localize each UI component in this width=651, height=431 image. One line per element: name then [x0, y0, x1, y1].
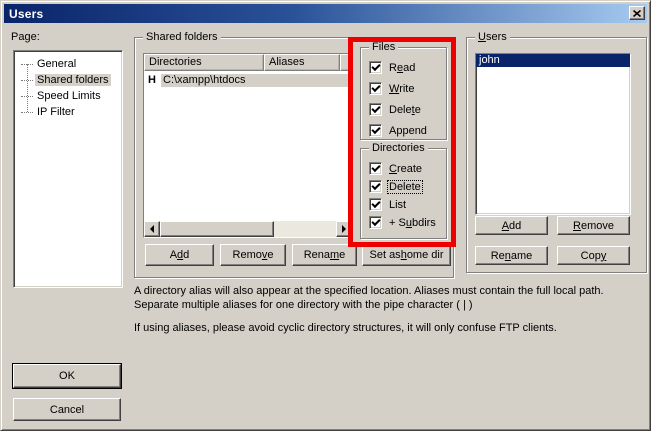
- column-header-filler: [340, 54, 352, 71]
- create-checkbox[interactable]: [369, 162, 382, 175]
- append-label: Append: [388, 125, 428, 137]
- permission-write[interactable]: Write: [361, 82, 446, 95]
- tree-item-label: General: [35, 58, 78, 70]
- write-checkbox[interactable]: [369, 82, 382, 95]
- close-button[interactable]: [629, 6, 645, 20]
- copy-user-button[interactable]: Copy: [557, 246, 630, 265]
- column-header-aliases[interactable]: Aliases: [264, 54, 340, 71]
- permission-delete-files[interactable]: Delete: [361, 103, 446, 116]
- left-arrow-icon: [150, 225, 154, 233]
- delete-dirs-label: Delete: [388, 181, 422, 193]
- directory-row[interactable]: H C:\xampp\htdocs: [144, 73, 352, 87]
- window-title: Users: [9, 7, 43, 21]
- listview-body[interactable]: H C:\xampp\htdocs: [144, 71, 352, 221]
- subdirs-checkbox[interactable]: [369, 216, 382, 229]
- add-folder-button[interactable]: Add: [145, 244, 214, 266]
- page-label: Page:: [11, 31, 40, 43]
- permission-append[interactable]: Append: [361, 124, 446, 137]
- append-checkbox[interactable]: [369, 124, 382, 137]
- alias-note-1: A directory alias will also appear at th…: [134, 284, 624, 312]
- read-checkbox[interactable]: [369, 61, 382, 74]
- directories-permissions-group: Directories Create Delete List + Subdirs: [360, 148, 447, 239]
- sidebar-item-ip-filter[interactable]: IP Filter: [14, 104, 122, 120]
- directories-listview[interactable]: Directories Aliases H C:\xampp\htdocs: [143, 53, 353, 238]
- listview-header: Directories Aliases: [144, 54, 352, 71]
- horizontal-scrollbar[interactable]: [144, 221, 352, 237]
- list-checkbox[interactable]: [369, 198, 382, 211]
- cancel-button[interactable]: Cancel: [13, 398, 121, 421]
- sidebar-item-speed-limits[interactable]: Speed Limits: [14, 88, 122, 104]
- tree-item-label: Shared folders: [35, 74, 111, 86]
- rename-user-button[interactable]: Rename: [475, 246, 548, 265]
- list-label: List: [388, 199, 407, 211]
- users-group: Users john Add Remove Rename Copy: [466, 37, 647, 273]
- create-label: Create: [388, 163, 423, 175]
- permission-subdirs[interactable]: + Subdirs: [361, 216, 446, 229]
- permission-delete-dirs[interactable]: Delete: [361, 180, 446, 193]
- add-user-button[interactable]: Add: [475, 216, 548, 235]
- directories-group-label: Directories: [369, 142, 428, 155]
- rename-folder-button[interactable]: Rename: [292, 244, 357, 266]
- delete-dirs-checkbox[interactable]: [369, 180, 382, 193]
- scroll-right-button[interactable]: [336, 221, 352, 237]
- home-dir-marker: H: [148, 74, 161, 86]
- close-icon: [633, 10, 641, 17]
- write-label: Write: [388, 83, 415, 95]
- subdirs-label: + Subdirs: [388, 217, 437, 229]
- delete-files-label: Delete: [388, 104, 422, 116]
- tree-item-label: Speed Limits: [35, 90, 103, 102]
- permission-create[interactable]: Create: [361, 162, 446, 175]
- read-label: Read: [388, 62, 416, 74]
- page-tree: General Shared folders Speed Limits IP F…: [13, 50, 123, 288]
- delete-files-checkbox[interactable]: [369, 103, 382, 116]
- scroll-track[interactable]: [274, 221, 336, 237]
- tree-connector-lines: [27, 64, 28, 112]
- users-group-label: Users: [475, 31, 510, 44]
- remove-folder-button[interactable]: Remove: [220, 244, 286, 266]
- right-arrow-icon: [342, 225, 346, 233]
- scroll-left-button[interactable]: [144, 221, 160, 237]
- alias-note-2: If using aliases, please avoid cyclic di…: [134, 321, 624, 335]
- directory-path: C:\xampp\htdocs: [161, 74, 350, 87]
- sidebar-item-shared-folders[interactable]: Shared folders: [14, 72, 122, 88]
- remove-user-button[interactable]: Remove: [557, 216, 630, 235]
- permission-list[interactable]: List: [361, 198, 446, 211]
- tree-item-label: IP Filter: [35, 106, 77, 118]
- permission-read[interactable]: Read: [361, 61, 446, 74]
- users-dialog: Users Page: General Shared folders Speed…: [0, 0, 651, 431]
- sidebar-item-general[interactable]: General: [14, 56, 122, 72]
- shared-folders-group-label: Shared folders: [143, 31, 221, 44]
- files-permissions-group: Files Read Write Delete Append: [360, 47, 447, 140]
- scroll-thumb[interactable]: [160, 221, 274, 237]
- alias-notes: A directory alias will also appear at th…: [134, 284, 624, 335]
- users-listbox[interactable]: john: [475, 53, 631, 215]
- dialog-content: Page: General Shared folders Speed Limit…: [4, 23, 647, 427]
- files-group-label: Files: [369, 41, 398, 54]
- ok-button[interactable]: OK: [13, 364, 121, 388]
- user-row-john[interactable]: john: [476, 54, 630, 67]
- set-home-dir-button[interactable]: Set as home dir: [362, 244, 451, 266]
- column-header-directories[interactable]: Directories: [144, 54, 264, 71]
- title-bar[interactable]: Users: [4, 4, 647, 23]
